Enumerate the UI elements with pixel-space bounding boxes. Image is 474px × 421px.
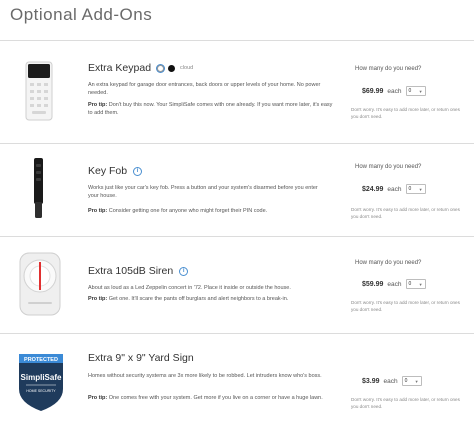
quantity-question: How many do you need? [355, 260, 422, 266]
info-icon[interactable]: i [133, 166, 143, 176]
sign-brand-text: SimpliSafe [21, 373, 62, 382]
each-label: each [387, 185, 402, 193]
pro-tip-label: Pro tip: [88, 102, 108, 108]
pro-tip: Pro tip: Don't buy this now. Your Simpli… [88, 101, 333, 117]
pro-tip: Pro tip: One comes free with your system… [88, 394, 333, 402]
color-swatch-white[interactable] [157, 64, 165, 72]
quantity-value: 0 [408, 186, 412, 192]
siren-image [15, 250, 65, 320]
each-label: each [387, 280, 402, 288]
return-note: Don't worry. It's easy to add more later… [351, 300, 460, 313]
quantity-value: 0 [408, 281, 412, 287]
price: $24.99 [362, 185, 384, 193]
quantity-select[interactable]: 0 ▼ [405, 184, 426, 194]
chevron-down-icon: ▼ [418, 186, 423, 192]
quantity-select[interactable]: 0 ▼ [405, 279, 426, 289]
pro-tip-text: Consider getting one for anyone who migh… [108, 208, 268, 214]
chevron-down-icon: ▼ [418, 88, 423, 94]
price-line: $59.99 each 0 ▼ [362, 279, 462, 289]
product-name: Extra 9" x 9" Yard Sign [88, 352, 194, 364]
quantity-value: 0 [408, 88, 412, 94]
pro-tip-text: One comes free with your system. Get mor… [108, 395, 323, 401]
quantity-question: How many do you need? [355, 66, 422, 72]
product-description: Homes without security systems are 3x mo… [88, 373, 322, 379]
each-label: each [383, 377, 398, 385]
pro-tip: Pro tip: Get one. It'll scare the pants … [88, 295, 333, 303]
return-note: Don't worry. It's easy to add more later… [351, 107, 460, 120]
sign-top-text: PROTECTED [24, 357, 58, 363]
key-fob-image [28, 156, 48, 222]
page-title: Optional Add-Ons [10, 5, 153, 24]
product-name: Extra 105dB Siren i [88, 265, 189, 277]
quantity-select[interactable]: 0 ▼ [401, 376, 422, 386]
color-label: cloud [180, 65, 194, 71]
pro-tip-text: Get one. It'll scare the pants off burgl… [108, 296, 289, 302]
price-line: $69.99 each 0 ▼ [362, 86, 462, 96]
pro-tip-label: Pro tip: [88, 296, 108, 302]
return-note: Don't worry. It's easy to add more later… [351, 207, 460, 220]
product-description: Works just like your car's key fob. Pres… [88, 185, 318, 200]
product-description: About as loud as a Led Zeppelin concert … [88, 285, 291, 291]
product-description: An extra keypad for garage door entrance… [88, 82, 321, 97]
pro-tip-text: Don't buy this now. Your SimpliSafe come… [88, 102, 333, 117]
divider [0, 236, 474, 237]
price: $59.99 [362, 280, 384, 288]
product-name: Extra Keypad cloud [88, 62, 193, 74]
divider [0, 40, 474, 41]
keypad-image [22, 60, 56, 122]
color-swatch-black[interactable] [168, 64, 176, 72]
info-icon[interactable]: i [179, 266, 189, 276]
quantity-value: 0 [404, 378, 408, 384]
quantity-question: How many do you need? [355, 164, 422, 170]
price: $69.99 [362, 87, 384, 95]
product-name-text: Key Fob [88, 165, 128, 177]
divider [0, 143, 474, 144]
price-line: $24.99 each 0 ▼ [362, 184, 462, 194]
yard-sign-image: PROTECTED SimpliSafe HOME SECURITY [16, 351, 66, 413]
divider [0, 333, 474, 334]
pro-tip-label: Pro tip: [88, 208, 108, 214]
pro-tip-label: Pro tip: [88, 395, 108, 401]
quantity-select[interactable]: 0 ▼ [405, 86, 426, 96]
return-note: Don't worry. It's easy to add more later… [351, 397, 460, 410]
chevron-down-icon: ▼ [418, 281, 423, 287]
product-name: Key Fob i [88, 165, 143, 177]
chevron-down-icon: ▼ [414, 378, 419, 384]
price: $3.99 [362, 377, 380, 385]
product-name-text: Extra 9" x 9" Yard Sign [88, 352, 194, 364]
sign-bottom-text: HOME SECURITY [26, 389, 56, 393]
pro-tip: Pro tip: Consider getting one for anyone… [88, 207, 333, 215]
each-label: each [387, 87, 402, 95]
product-name-text: Extra 105dB Siren [88, 265, 174, 277]
price-line: $3.99 each 0 ▼ [362, 376, 462, 386]
product-name-text: Extra Keypad [88, 62, 152, 74]
